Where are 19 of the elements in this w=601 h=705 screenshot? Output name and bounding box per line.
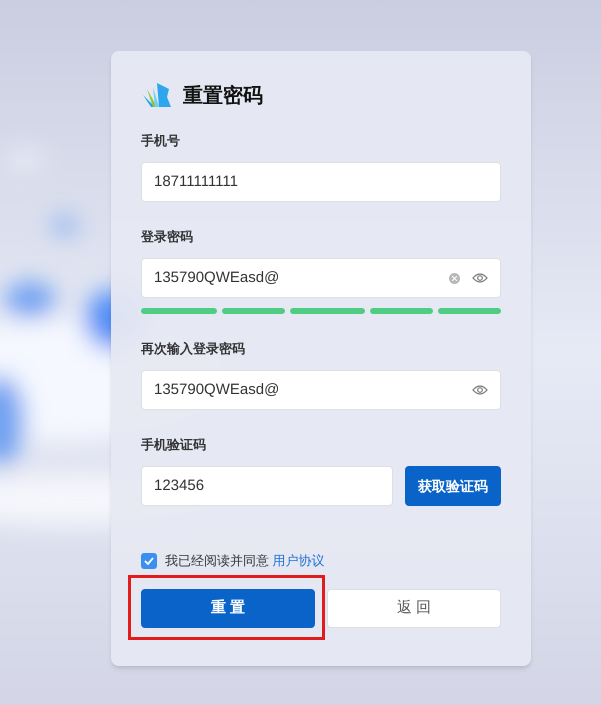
page-title: 重置密码 [183,84,263,109]
input-field[interactable]: 135790QWEasd@ [141,258,501,298]
get-code-button[interactable]: 获取验证码 [405,466,501,506]
check-icon [144,556,154,565]
input-field[interactable]: 135790QWEasd@ [141,370,501,410]
input-field[interactable]: 123456 [141,466,393,506]
reset-button[interactable]: 重 置 [141,588,315,628]
field-label: 登录密码 [141,228,194,246]
user-agreement-link[interactable]: 用户协议 [272,553,325,568]
agreement-text: 我已经阅读并同意 [165,553,269,568]
field-label: 手机号 [141,132,181,150]
eye-icon[interactable] [472,384,488,396]
book-logo-icon [141,83,171,109]
eye-icon[interactable] [472,272,488,284]
back-button[interactable]: 返 回 [327,588,501,628]
field-label: 再次输入登录密码 [141,340,246,358]
input-field[interactable]: 18711111111 [141,162,501,202]
field-label: 手机验证码 [141,436,207,454]
checkbox[interactable] [141,552,157,569]
